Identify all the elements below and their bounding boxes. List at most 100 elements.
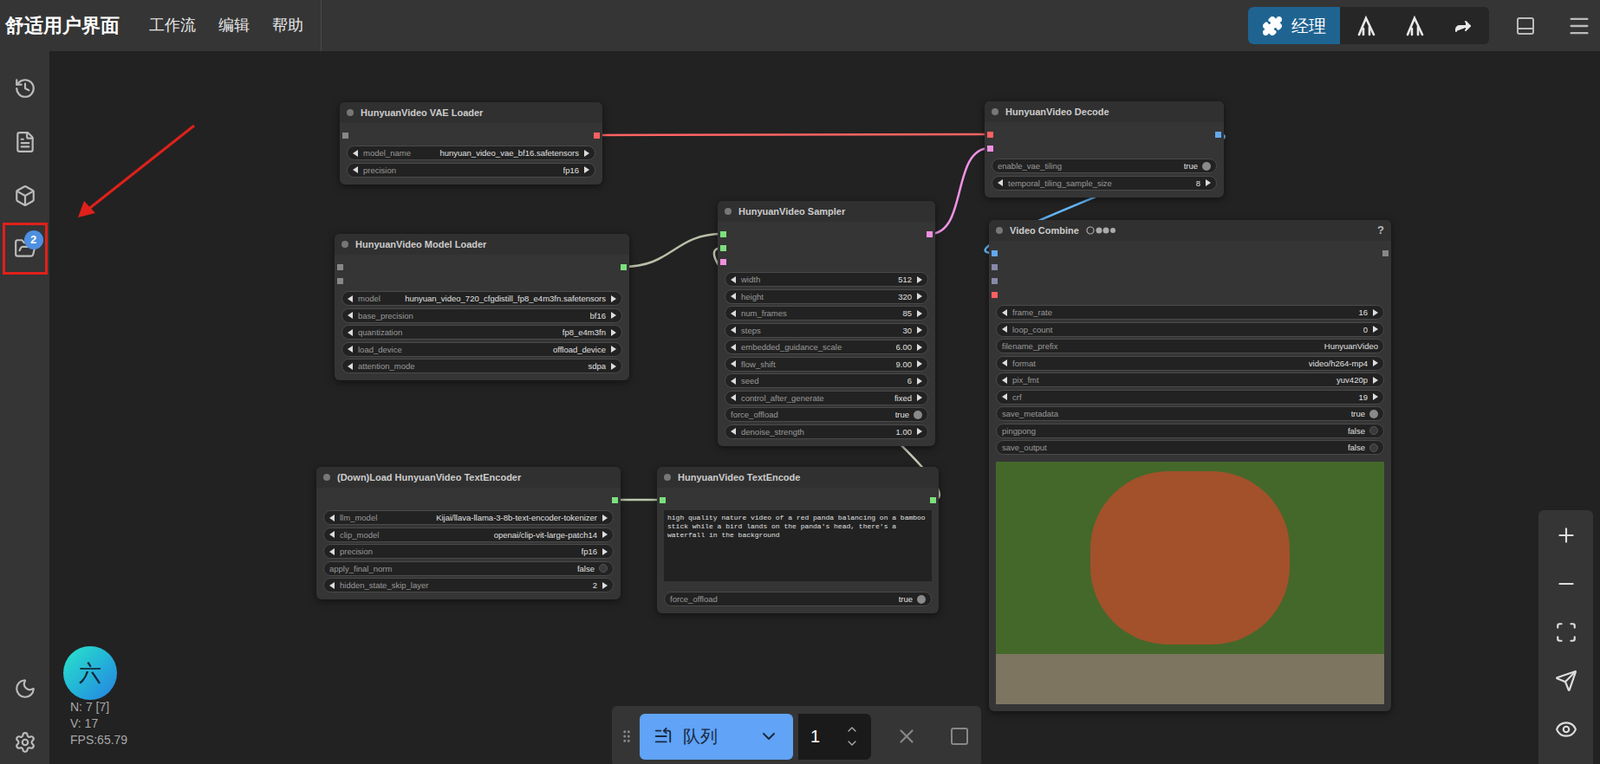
collapse-dot[interactable] [991,108,999,116]
node-widget[interactable]: llm_modelKijai/llava-llama-3-8b-text-enc… [323,510,614,526]
input-slot[interactable] [987,145,994,152]
output-slot[interactable] [930,497,937,504]
node-widget[interactable]: formatvideo/h264-mp4 [995,356,1385,371]
node-widget[interactable]: save_outputfalse [995,440,1385,456]
increment-icon[interactable] [1372,325,1379,333]
stop-icon[interactable] [949,726,970,748]
decrement-icon[interactable] [730,310,737,318]
increment-icon[interactable] [610,329,617,337]
node-widget[interactable]: embedded_guidance_scale6.00 [724,339,929,355]
decrement-icon[interactable] [352,149,359,157]
decrement-icon[interactable] [1001,393,1009,401]
node-header[interactable]: HunyuanVideo Model Loader [334,234,630,255]
increment-icon[interactable] [916,276,923,284]
increment-icon[interactable] [601,548,608,556]
settings-icon[interactable] [13,731,37,755]
increment-icon[interactable] [916,377,923,385]
input-slot[interactable] [991,278,998,285]
decrement-icon[interactable] [730,292,737,300]
graph-node[interactable]: Video Combine?frame_rate16loop_count0fil… [988,220,1392,712]
increment-icon[interactable] [1204,179,1211,187]
node-header[interactable]: HunyuanVideo VAE Loader [339,102,603,124]
increment-icon[interactable] [1372,309,1379,317]
graph-canvas[interactable]: HunyuanVideo VAE Loader model_namehunyuan… [49,51,1600,764]
output-slot[interactable] [1382,250,1389,257]
node-header[interactable]: HunyuanVideo Sampler [717,201,936,222]
sidebar-item[interactable]: 2 [2,222,48,275]
toggle-dot[interactable] [1202,162,1211,171]
decrement-icon[interactable] [730,394,737,402]
node-widget[interactable]: temporal_tiling_sample_size8 [991,175,1217,191]
node-widget[interactable]: precisionfp16 [346,162,596,178]
node-widget[interactable]: width512 [724,272,929,287]
node-widget[interactable]: num_frames85 [724,305,929,321]
graph-node[interactable]: HunyuanVideo Decodeenable_vae_tilingtrue… [984,101,1224,198]
increment-icon[interactable] [601,582,608,590]
decrement-icon[interactable] [347,329,354,337]
node-widget[interactable]: clip_modelopenai/clip-vit-large-patch14 [323,527,614,543]
comfy-model-icon[interactable] [1355,14,1379,38]
output-slot[interactable] [1215,131,1222,138]
drag-handle-icon[interactable] [618,728,635,745]
collapse-dot[interactable] [724,208,732,215]
menu-item[interactable]: 工作流 [149,13,196,38]
input-slot[interactable] [991,264,998,271]
cancel-icon[interactable] [895,725,918,748]
increment-icon[interactable] [916,360,923,368]
decrement-icon[interactable] [329,514,336,522]
increment-icon[interactable] [916,428,923,436]
input-slot[interactable] [337,264,344,271]
input-slot[interactable] [987,131,994,138]
user-avatar[interactable]: 六 [63,646,118,701]
decrement-icon[interactable] [730,344,737,352]
decrement-icon[interactable] [730,276,737,284]
share-icon[interactable] [1452,15,1474,37]
decrement-icon[interactable] [730,428,737,436]
collapse-dot[interactable] [346,109,354,117]
toggle-dot[interactable] [598,564,608,573]
menu-item[interactable]: 编辑 [218,13,250,38]
decrement-icon[interactable] [730,377,737,385]
help-button[interactable]: ? [1377,221,1385,240]
increment-icon[interactable] [610,363,617,371]
node-widget[interactable]: precisionfp16 [323,544,614,560]
collapse-dot[interactable] [341,240,349,248]
decrement-icon[interactable] [1001,359,1009,367]
increment-icon[interactable] [610,295,617,303]
increment-icon[interactable] [1372,393,1379,401]
increment-icon[interactable] [610,345,617,353]
increment-icon[interactable] [601,531,608,539]
node-widget[interactable]: base_precisionbf16 [341,308,623,324]
node-widget[interactable]: model_namehunyuan_video_vae_bf16.safeten… [346,145,596,161]
toggle-dot[interactable] [1369,409,1379,419]
manager-button[interactable]: 经理 [1248,6,1340,45]
decrement-icon[interactable] [347,295,354,303]
decrement-icon[interactable] [997,179,1004,187]
node-widget[interactable]: height320 [724,289,929,305]
input-slot[interactable] [342,132,349,139]
toggle-dot[interactable] [913,410,923,420]
toggle-links-icon[interactable] [1554,718,1578,742]
increment-icon[interactable] [610,312,617,319]
graph-node[interactable]: HunyuanVideo TextEncodehigh quality natu… [656,467,939,614]
output-slot[interactable] [926,231,933,238]
comfy-share-icon[interactable] [1404,14,1427,38]
increment-icon[interactable] [583,149,590,157]
input-slot[interactable] [720,231,727,238]
increment-icon[interactable] [916,326,923,334]
sidebar-item[interactable] [2,61,48,116]
navigate-icon[interactable] [1554,669,1578,693]
sidebar-item[interactable] [2,169,48,223]
input-slot[interactable] [720,259,727,266]
input-slot[interactable] [659,497,666,504]
node-widget[interactable]: apply_final_normfalse [323,561,614,577]
chevron-down-icon[interactable] [758,726,780,748]
decrement-icon[interactable] [1001,309,1009,317]
collapse-dot[interactable] [663,474,671,482]
node-header[interactable]: Video Combine? [988,220,1392,241]
node-widget[interactable]: denoise_strength1.00 [724,424,929,440]
node-widget[interactable]: force_offloadtrue [663,591,932,607]
zoom-in-icon[interactable] [1554,524,1578,547]
node-widget[interactable]: enable_vae_tilingtrue [991,158,1217,174]
node-widget[interactable]: load_deviceoffload_device [341,342,623,358]
